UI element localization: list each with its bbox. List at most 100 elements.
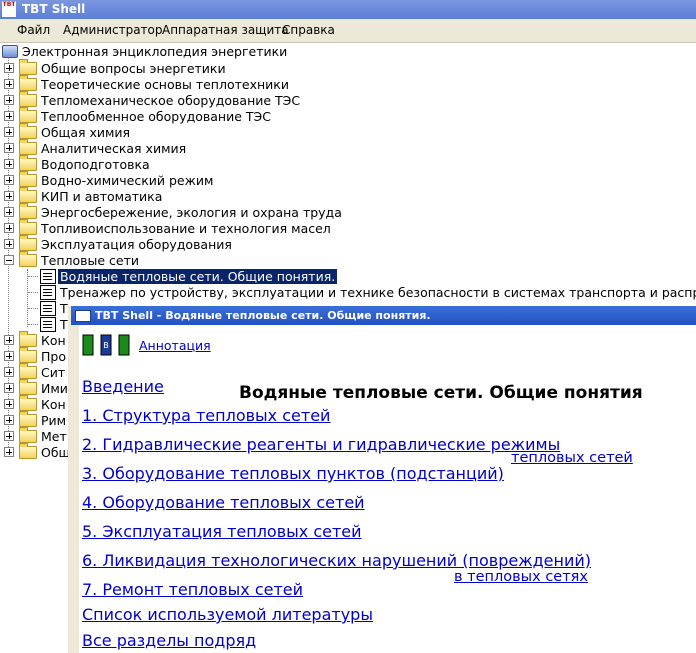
folder-icon [19,91,37,107]
tree-folder[interactable]: Аналитическая химия [0,139,400,156]
menu-file[interactable]: Файл [17,23,50,37]
document-icon [40,285,56,300]
annotation-link[interactable]: Аннотация [139,338,211,353]
toc-link-6-continuation[interactable]: в тепловых сетях [454,569,588,585]
collapse-icon[interactable] [4,255,14,265]
expand-icon[interactable] [4,143,14,153]
folder-icon [19,59,37,75]
child-window: TBT Shell - Водяные тепловые сети. Общие… [68,306,696,653]
tree-folder[interactable]: Теоретические основы теплотехники [0,75,400,92]
app-title-bar: TBT TBT Shell [0,0,696,19]
expand-icon[interactable] [4,415,14,425]
tree-folder[interactable]: Общие вопросы энергетики [0,59,400,76]
expand-icon[interactable] [4,111,14,121]
tree-folder-label: Кон [41,333,66,348]
tree-folder-label: Про [41,349,66,364]
tree-item-label: Водяные тепловые сети. Общие понятия. [58,269,338,284]
tree-folder[interactable]: Общая химия [0,123,400,140]
tree-folder-label: Теоретические основы теплотехники [41,77,289,92]
toc-link-4[interactable]: 4. Оборудование тепловых сетей [82,493,365,512]
tree-item-doc[interactable]: Т [0,316,70,332]
expand-icon[interactable] [4,351,14,361]
toc-link-6[interactable]: 6. Ликвидация технологических нарушений … [82,551,591,570]
toc-link-all-sections[interactable]: Все разделы подряд [82,631,256,650]
tree-folder[interactable]: Энергосбережение, экология и охрана труд… [0,203,400,220]
menu-hardware-protection[interactable]: Аппаратная защита [162,23,289,37]
svg-text:B: B [103,341,109,350]
expand-icon[interactable] [4,175,14,185]
folder-icon [19,75,37,91]
expand-icon[interactable] [4,399,14,409]
tree-folder[interactable]: Эксплуатация оборудования [0,235,400,252]
tree-item-label: Тренажер по устройству, эксплуатации и т… [60,285,696,300]
toc-link-introduction[interactable]: Введение [82,377,164,396]
child-window-title: TBT Shell - Водяные тепловые сети. Общие… [95,309,431,322]
folder-icon [19,379,37,395]
toc-link-7[interactable]: 7. Ремонт тепловых сетей [82,580,303,599]
expand-icon[interactable] [4,335,14,345]
tree-folder-label: Сит [41,365,66,380]
tree-folder[interactable]: Тепломеханическое оборудование ТЭС [0,91,400,108]
tree-root-label: Электронная энциклопедия энергетики [22,44,288,59]
document-heading: Водяные тепловые сети. Общие понятия [239,383,643,403]
tree-folder-label: Тепловые сети [41,253,140,268]
document-icon [40,301,56,316]
child-window-title-bar[interactable]: TBT Shell - Водяные тепловые сети. Общие… [71,306,696,325]
tree-folder-label: Общ [41,445,71,460]
expand-icon[interactable] [4,159,14,169]
folder-icon [19,235,37,251]
tree-line [28,292,38,293]
expand-icon[interactable] [4,79,14,89]
toc-link-5[interactable]: 5. Эксплуатация тепловых сетей [82,522,362,541]
tree-item-doc[interactable]: Водяные тепловые сети. Общие понятия. [0,268,696,284]
expand-icon[interactable] [4,383,14,393]
document-icon [40,317,56,332]
folder-icon [19,139,37,155]
tree-folder-label: Аналитическая химия [41,141,187,156]
toc-link-2-continuation[interactable]: тепловых сетей [511,450,633,466]
tree-folder-label: Водно-химический режим [41,173,214,188]
tree-folder-label: Общая химия [41,125,131,140]
expand-icon[interactable] [4,63,14,73]
expand-icon[interactable] [4,431,14,441]
folder-icon [19,331,37,347]
folder-icon [19,219,37,235]
tree-folder-label: Кон [41,397,66,412]
tree-folder-label: Водоподготовка [41,157,150,172]
tree-folder[interactable]: Топливоиспользование и технология масел [0,219,400,236]
expand-icon[interactable] [4,207,14,217]
tree-folder[interactable]: Водоподготовка [0,155,400,172]
tree-folder-label: Мет [41,429,67,444]
tree-folder[interactable]: КИП и автоматика [0,187,400,204]
app-title: TBT Shell [22,2,86,16]
folder-icon [19,203,37,219]
expand-icon[interactable] [4,367,14,377]
folder-icon [19,443,37,459]
document-icon [40,269,56,284]
expand-icon[interactable] [4,95,14,105]
folder-icon [19,107,37,123]
tree-folder[interactable]: Водно-химический режим [0,171,400,188]
toc-link-3[interactable]: 3. Оборудование тепловых пунктов (подста… [82,464,504,483]
expand-icon[interactable] [4,239,14,249]
toc-link-references[interactable]: Список используемой литературы [82,605,373,624]
toc-link-2[interactable]: 2. Гидравлические реагенты и гидравличес… [82,435,560,454]
folder-icon [19,347,37,363]
expand-icon[interactable] [4,447,14,457]
expand-icon[interactable] [4,223,14,233]
menu-administrator[interactable]: Администратор [63,23,163,37]
tree-item-doc[interactable]: Т [0,300,70,316]
expand-icon[interactable] [4,191,14,201]
folder-icon [19,395,37,411]
tree-item-doc[interactable]: Тренажер по устройству, эксплуатации и т… [0,284,696,300]
tree-folder[interactable]: Тепловые сети [0,251,400,268]
menu-help[interactable]: Справка [282,23,335,37]
tree-folder[interactable]: Теплообменное оборудование ТЭС [0,107,400,124]
tree-root[interactable]: Электронная энциклопедия энергетики [0,43,400,59]
tree-line [28,276,38,277]
expand-icon[interactable] [4,127,14,137]
toc-link-1[interactable]: 1. Структура тепловых сетей [82,406,330,425]
folder-icon [19,187,37,203]
tree-folder-label: Тепломеханическое оборудование ТЭС [41,93,301,108]
folder-icon [19,155,37,171]
